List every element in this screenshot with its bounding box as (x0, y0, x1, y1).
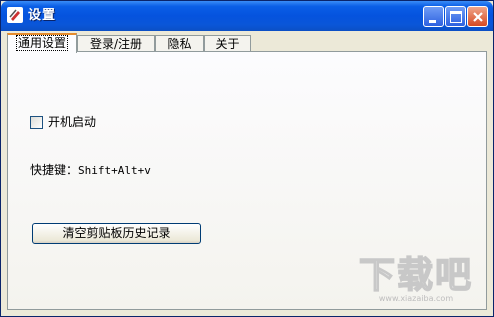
general-settings-panel: 开机启动 快捷键：Shift+Alt+v 清空剪贴板历史记录 下载吧 www.x… (7, 51, 487, 310)
tab-label: 隐私 (167, 37, 192, 51)
hotkey-value: Shift+Alt+v (78, 164, 151, 177)
tab-general[interactable]: 通用设置 (7, 33, 77, 53)
window-title: 设置 (28, 8, 57, 23)
tab-about[interactable]: 关于 (204, 35, 251, 52)
tab-label: 关于 (215, 37, 240, 51)
tab-login-register[interactable]: 登录/注册 (77, 35, 155, 52)
svg-text:www.xiazaiba.com: www.xiazaiba.com (379, 294, 453, 303)
app-icon (7, 7, 23, 23)
tab-privacy[interactable]: 隐私 (155, 35, 204, 52)
close-button[interactable] (467, 6, 488, 27)
tab-label: 通用设置 (15, 35, 68, 51)
minimize-button[interactable] (423, 6, 444, 27)
autostart-checkbox[interactable] (30, 116, 43, 129)
close-icon (473, 12, 483, 22)
settings-window: 设置 通用设置 登录/注册 隐私 关于 开机启动 快捷键：Shift+Alt+v… (0, 0, 494, 317)
autostart-label: 开机启动 (48, 115, 97, 129)
clear-clipboard-history-button[interactable]: 清空剪贴板历史记录 (32, 223, 201, 244)
title-bar[interactable]: 设置 (1, 1, 493, 31)
watermark-logo: 下载吧 www.xiazaiba.com (358, 254, 473, 303)
watermark-text: 下载吧 (359, 255, 473, 296)
client-area: 通用设置 登录/注册 隐私 关于 开机启动 快捷键：Shift+Alt+v 清空… (4, 31, 490, 314)
tab-label: 登录/注册 (89, 37, 143, 51)
hotkey-row: 快捷键：Shift+Alt+v (30, 163, 151, 178)
minimize-icon (429, 20, 436, 23)
maximize-icon (450, 11, 462, 23)
maximize-button[interactable] (445, 6, 466, 27)
hotkey-label: 快捷键： (30, 163, 79, 177)
